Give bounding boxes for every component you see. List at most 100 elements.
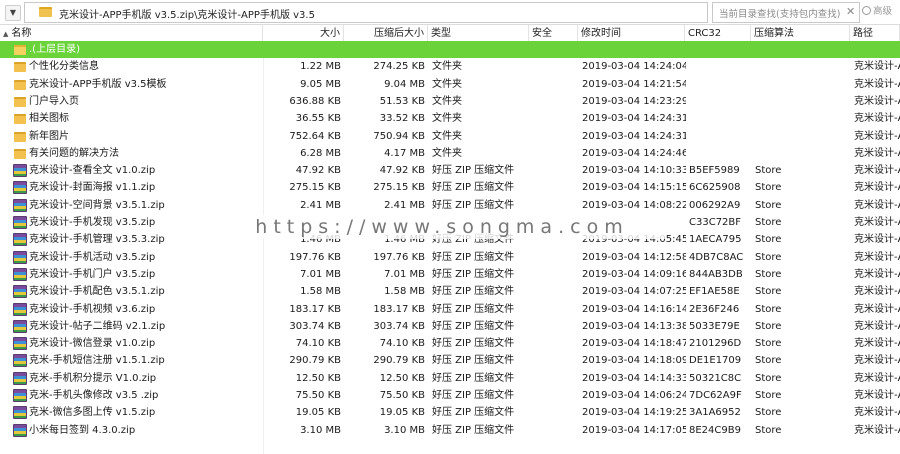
folder-icon [14,79,26,90]
crc32-cell: 7DC62A9F [689,390,742,401]
file-row[interactable]: 克米设计-微信登录 v1.0.zip 74.10 KB 74.10 KB 好压 ZIP… [0,335,900,352]
crc32-cell [689,93,751,110]
modified-cell: 2019-03-04 14:24:04 [582,61,686,73]
name-cell: 克米设计-空间背景 v3.5.1.zip [29,199,165,211]
folder-icon [14,62,26,73]
name-cell: 克米设计-APP手机版 v3.5模板 [29,78,167,90]
zip-archive-icon [13,371,27,385]
algorithm-cell: Store [755,268,782,280]
crc32-cell: 4DB7C8AC [689,251,744,263]
algorithm-cell: Store [755,217,782,228]
file-row[interactable]: 克米设计-帖子二维码 v2.1.zip 303.74 KB 303.74 KB 好压 … [0,318,900,335]
column-crc32[interactable]: CRC32 [685,25,751,42]
column-packed-size[interactable]: 压缩后大小 [344,25,428,42]
modified-cell [582,41,686,58]
crc32-cell [689,76,751,93]
packed-size-cell: 9.04 MB [384,78,425,90]
file-row[interactable]: 克米设计-手机配色 v3.5.1.zip 1.58 MB 1.58 MB 好压 ZIP… [0,283,900,300]
type-cell: 好压 ZIP 压缩文件 [432,303,515,315]
type-cell: 好压 ZIP 压缩文件 [432,251,515,263]
column-name[interactable]: ▲ 名称 [0,25,263,42]
algorithm-cell [755,145,850,162]
algorithm-cell: Store [755,424,782,436]
crc32-cell [689,145,751,162]
path-cell: 克米设计-A [854,95,900,107]
file-row[interactable]: 克米-手机短信注册 v1.5.1.zip 290.79 KB 290.79 KB 好压… [0,352,900,369]
advanced-search-button[interactable]: 高级 [862,3,892,17]
algorithm-cell: Store [755,251,782,263]
path-cell: 克米设计-A [854,338,900,350]
size-cell: 183.17 KB [289,303,341,315]
crc32-cell: EF1AE58E [689,286,740,298]
column-path[interactable]: 路径 [850,25,900,42]
modified-cell: 2019-03-04 14:10:33 [582,165,686,177]
column-type[interactable]: 类型 [428,25,529,42]
file-row[interactable]: 克米设计-手机活动 v3.5.zip 197.76 KB 197.76 KB 好压 Z… [0,249,900,266]
type-cell: 好压 ZIP 压缩文件 [432,390,515,401]
type-cell: 文件夹 [432,147,462,159]
size-cell: 636.88 KB [289,95,341,107]
nav-dropdown-button[interactable]: ▼ [5,5,21,21]
zip-archive-icon [13,164,27,178]
name-cell: 克米-微信多图上传 v1.5.zip [29,407,156,419]
name-cell: 新年图片 [29,130,69,142]
file-row[interactable]: 克米设计-空间背景 v3.5.1.zip 2.41 MB 2.41 MB 好压 ZIP… [0,197,900,214]
algorithm-cell: Store [755,320,782,332]
algorithm-cell: Store [755,286,782,298]
crc32-cell: 3A1A6952 [689,407,741,419]
close-icon[interactable]: ✕ [846,5,855,18]
file-row[interactable]: 克米-微信多图上传 v1.5.zip 19.05 KB 19.05 KB 好压 ZIP… [0,404,900,421]
file-row[interactable]: 小米每日签到 4.3.0.zip 3.10 MB 3.10 MB 好压 ZIP 压缩文… [0,422,900,439]
file-row[interactable]: 有关问题的解决方法 6.28 MB 4.17 MB 文件夹 2019-03-04 14:… [0,145,900,162]
path-cell: 克米设计-A [854,424,900,436]
crc32-cell: 844AB3DB [689,268,743,280]
packed-size-cell: 4.17 MB [384,147,425,159]
column-algorithm[interactable]: 压缩算法 [751,25,850,42]
zip-archive-icon [13,233,27,247]
path-cell: 克米设计-A [854,372,900,384]
path-input[interactable]: 克米设计-APP手机版 v3.5.zip\克米设计-APP手机版 v3.5 ▼ [24,2,729,23]
file-row[interactable]: 克米-手机头像修改 v3.5 .zip 75.50 KB 75.50 KB 好压 ZI… [0,387,900,404]
algorithm-cell: Store [755,182,782,194]
type-cell: 好压 ZIP 压缩文件 [432,338,515,350]
packed-size-cell: 197.76 KB [373,251,425,263]
file-row[interactable]: 克米设计-封面海报 v1.1.zip 275.15 KB 275.15 KB 好压 Z… [0,179,900,196]
column-modified[interactable]: 修改时间 [578,25,685,42]
file-row[interactable]: 克米设计-查看全文 v1.0.zip 47.92 KB 47.92 KB 好压 ZIP… [0,162,900,179]
file-row[interactable]: 门户导入页 636.88 KB 51.53 KB 文件夹 2019-03-04 14:2… [0,93,900,110]
column-size[interactable]: 大小 [263,25,344,42]
file-row[interactable]: 克米设计-手机门户 v3.5.zip 7.01 MB 7.01 MB 好压 ZIP 压… [0,266,900,283]
file-row[interactable]: 个性化分类信息 1.22 MB 274.25 KB 文件夹 2019-03-04 14:… [0,58,900,75]
file-row[interactable]: 相关图标 36.55 KB 33.52 KB 文件夹 2019-03-04 14:24:… [0,110,900,127]
size-cell: 19.05 KB [295,407,341,419]
name-cell: 克米设计-手机配色 v3.5.1.zip [29,286,165,298]
column-security[interactable]: 安全 [529,25,578,42]
name-cell: 克米设计-手机门户 v3.5.zip [29,268,156,280]
path-cell: 克米设计-A [854,268,900,280]
type-cell: 文件夹 [432,113,462,125]
folder-icon [14,45,26,55]
crc32-cell: 50321C8C [689,372,742,384]
size-cell: 74.10 KB [295,338,341,350]
file-row[interactable]: 克米设计-APP手机版 v3.5模板 9.05 MB 9.04 MB 文件夹 2019-… [0,76,900,93]
search-input[interactable]: 当前目录查找(支持包内查找) ✕ [712,2,860,23]
packed-size-cell: 275.15 KB [373,182,425,194]
modified-cell: 2019-03-04 14:24:31 [582,130,686,142]
type-cell: 文件夹 [432,95,462,107]
size-cell: 303.74 KB [289,320,341,332]
modified-cell: 2019-03-04 14:06:24 [582,390,686,401]
path-cell: 克米设计-A [854,78,900,90]
file-row[interactable]: 新年图片 752.64 KB 750.94 KB 文件夹 2019-03-04 14:2… [0,128,900,145]
name-cell: 个性化分类信息 [29,61,99,73]
size-cell: 290.79 KB [289,355,341,367]
crc32-cell: 1AECA795 [689,234,742,246]
parent-directory-row[interactable]: .(上层目录) [0,41,900,58]
file-row[interactable]: 克米-手机积分提示 V1.0.zip 12.50 KB 12.50 KB 好压 ZIP… [0,370,900,387]
file-row[interactable]: 克米设计-手机视频 v3.6.zip 183.17 KB 183.17 KB 好压 Z… [0,301,900,318]
name-cell: 相关图标 [29,113,69,125]
path-cell: 克米设计-A [854,61,900,73]
crc32-cell: C33C72BF [689,217,742,228]
name-cell: 克米-手机积分提示 V1.0.zip [29,372,157,384]
packed-size-cell: 1.58 MB [384,286,425,298]
sort-up-icon: ▲ [3,30,9,38]
